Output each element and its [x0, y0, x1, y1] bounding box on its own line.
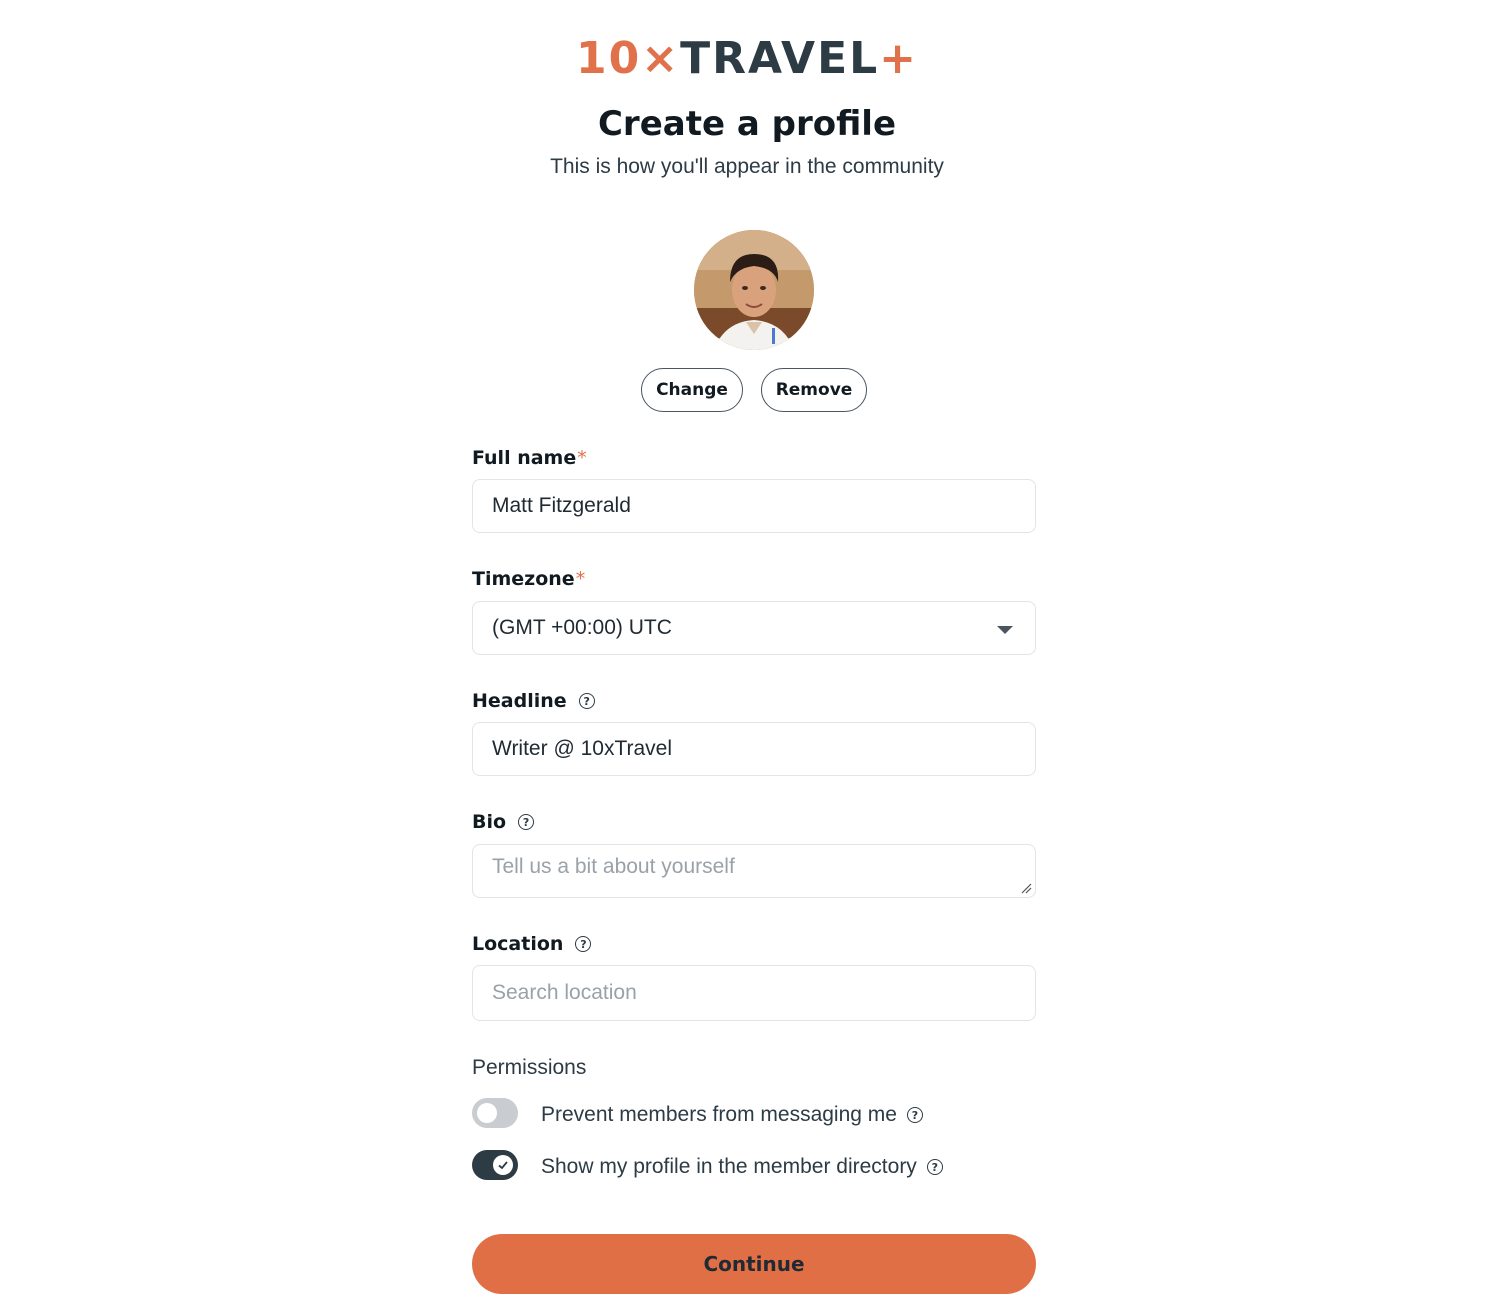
bio-label: Bio ? [472, 810, 535, 834]
question-circle-icon[interactable]: ? [578, 693, 595, 709]
full-name-field[interactable]: Matt Fitzgerald [472, 479, 1036, 533]
location-placeholder: Search location [492, 981, 637, 1004]
timezone-label: Timezone * [472, 567, 585, 591]
prevent-messaging-toggle[interactable] [472, 1098, 518, 1128]
permissions-title: Permissions [472, 1056, 587, 1079]
change-avatar-button[interactable]: Change [641, 368, 743, 412]
location-search-input[interactable]: Search location [472, 965, 1036, 1021]
show-in-directory-toggle[interactable] [472, 1150, 518, 1180]
show-in-directory-text: Show my profile in the member directory [541, 1155, 917, 1178]
location-label-text: Location [472, 933, 564, 955]
timezone-select[interactable]: (GMT +00:00) UTC [472, 601, 1036, 655]
page-subtitle: This is how you'll appear in the communi… [550, 155, 944, 178]
question-circle-icon[interactable]: ? [906, 1107, 923, 1123]
logo-word: TRAVEL [680, 33, 880, 84]
avatar [694, 230, 814, 350]
prevent-messaging-label: Prevent members from messaging me ? [541, 1102, 923, 1128]
prevent-messaging-text: Prevent members from messaging me [541, 1103, 897, 1126]
logo-plus: + [879, 33, 919, 84]
show-in-directory-label: Show my profile in the member directory … [541, 1154, 943, 1180]
bio-placeholder: Tell us a bit about yourself [492, 855, 735, 878]
timezone-label-text: Timezone [472, 568, 575, 590]
headline-label-text: Headline [472, 690, 567, 712]
question-circle-icon[interactable]: ? [926, 1159, 943, 1175]
headline-value: Writer @ 10xTravel [492, 737, 673, 760]
required-mark: * [577, 447, 587, 469]
bio-textarea[interactable]: Tell us a bit about yourself [472, 844, 1036, 898]
headline-field[interactable]: Writer @ 10xTravel [472, 722, 1036, 776]
timezone-value: (GMT +00:00) UTC [492, 616, 672, 639]
logo-number: 10 [575, 33, 642, 84]
brand-logo: 10×TRAVEL+ [0, 36, 1494, 82]
toggle-knob [477, 1103, 497, 1123]
full-name-label: Full name * [472, 446, 587, 470]
required-mark: * [575, 568, 586, 590]
bio-label-text: Bio [472, 811, 507, 833]
question-circle-icon[interactable]: ? [575, 936, 592, 952]
resize-handle-icon[interactable] [1020, 882, 1032, 894]
remove-avatar-button[interactable]: Remove [761, 368, 867, 412]
check-icon [493, 1155, 513, 1175]
page-title: Create a profile [597, 104, 897, 144]
full-name-label-text: Full name [472, 447, 577, 469]
location-label: Location ? [472, 932, 592, 956]
headline-label: Headline ? [472, 689, 595, 713]
continue-button[interactable]: Continue [472, 1234, 1036, 1294]
full-name-value: Matt Fitzgerald [492, 494, 631, 517]
question-circle-icon[interactable]: ? [518, 814, 535, 830]
logo-x: × [641, 33, 681, 84]
caret-down-icon [997, 626, 1013, 634]
